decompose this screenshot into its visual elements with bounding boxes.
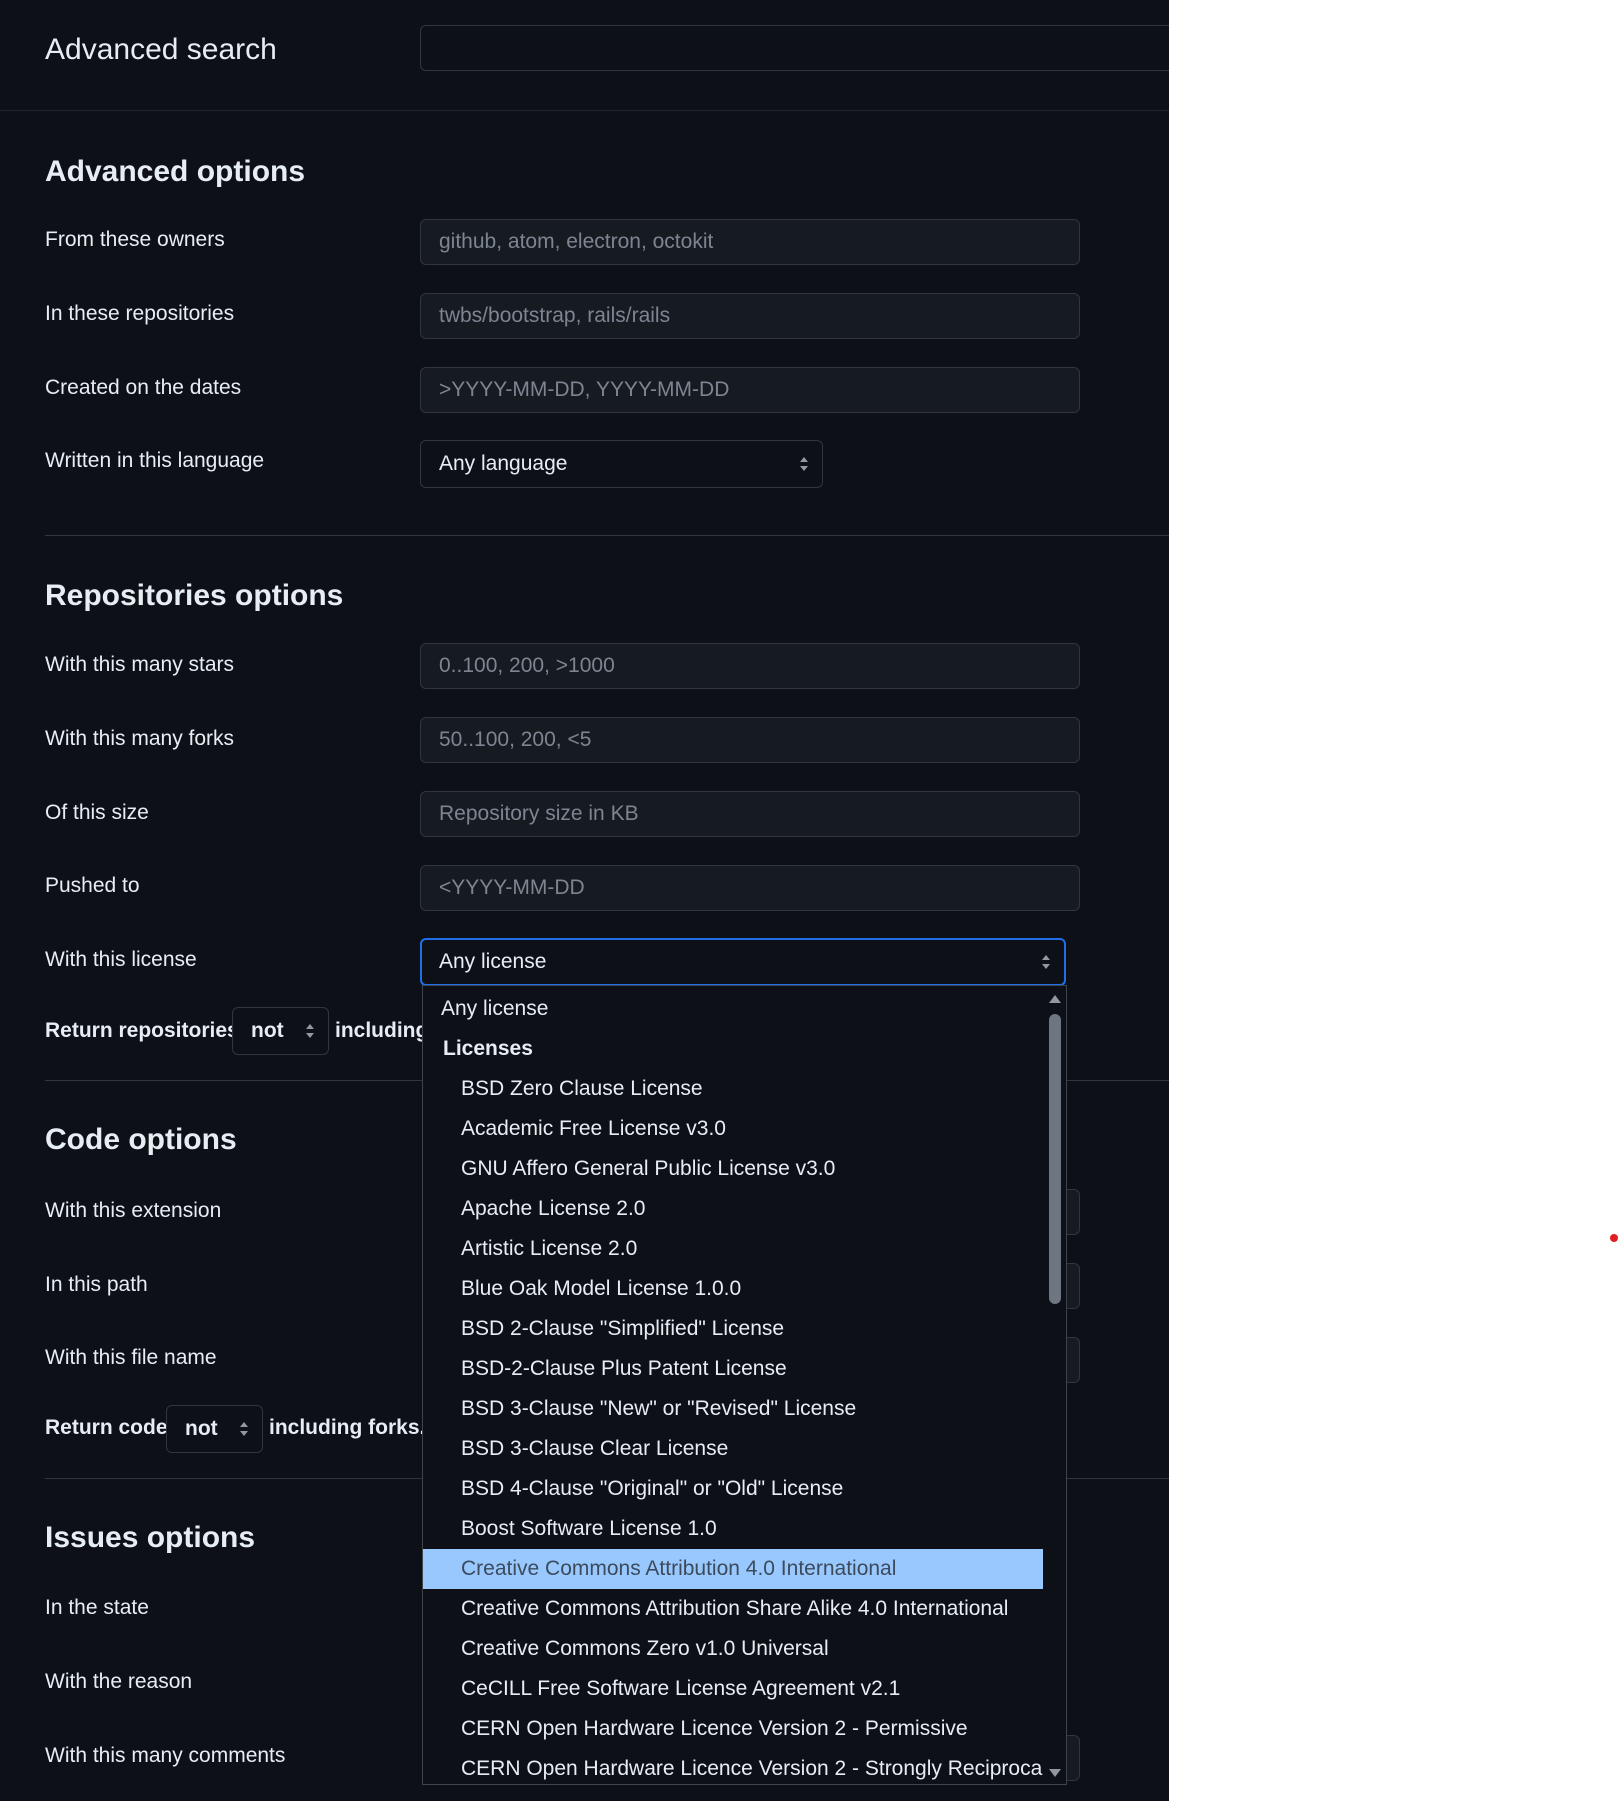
license-option-any[interactable]: Any license [423,989,1043,1029]
cursor-dot [1610,1234,1618,1242]
section-divider [45,535,1169,536]
return-code-label: Return code [45,1416,168,1439]
language-label: Written in this language [45,449,265,472]
license-label: With this license [45,948,197,971]
repositories-input[interactable] [420,293,1080,339]
license-select[interactable]: Any license [420,938,1066,986]
owners-label: From these owners [45,228,225,251]
filename-label: With this file name [45,1346,217,1369]
created-dates-input[interactable] [420,367,1080,413]
repositories-options-title: Repositories options [45,579,344,612]
license-option[interactable]: BSD 2-Clause "Simplified" License [423,1309,1043,1349]
stars-input[interactable] [420,643,1080,689]
license-option[interactable]: BSD 4-Clause "Original" or "Old" License [423,1469,1043,1509]
select-arrows-icon [238,1420,250,1438]
dropdown-scrollbar[interactable] [1043,986,1066,1784]
license-option[interactable]: BSD 3-Clause Clear License [423,1429,1043,1469]
license-option[interactable]: Academic Free License v3.0 [423,1109,1043,1149]
state-label: In the state [45,1596,149,1619]
license-option[interactable]: CeCILL Free Software License Agreement v… [423,1669,1043,1709]
license-option[interactable]: BSD Zero Clause License [423,1069,1043,1109]
forks-input[interactable] [420,717,1080,763]
code-options-title: Code options [45,1123,237,1156]
license-group-label: Licenses [443,1037,533,1060]
path-label: In this path [45,1273,148,1296]
return-code-suffix: including forks. [269,1416,426,1439]
pushed-label: Pushed to [45,874,140,897]
stars-label: With this many stars [45,653,235,676]
page-title: Advanced search [45,33,277,66]
select-arrows-icon [798,455,810,473]
return-code-select-value: not [185,1417,218,1440]
advanced-options-title: Advanced options [45,155,306,188]
return-repositories-label: Return repositories [45,1019,239,1042]
scroll-down-arrow-icon[interactable] [1047,1766,1063,1780]
advanced-search-page: Advanced search Advanced options From th… [0,0,1169,1801]
size-input[interactable] [420,791,1080,837]
return-repositories-suffix: including [335,1019,429,1042]
license-option[interactable]: Apache License 2.0 [423,1189,1043,1229]
license-option[interactable]: Artistic License 2.0 [423,1229,1043,1269]
license-option[interactable]: CERN Open Hardware Licence Version 2 - P… [423,1709,1043,1749]
created-dates-label: Created on the dates [45,376,242,399]
issues-options-title: Issues options [45,1521,256,1554]
license-option[interactable]: CERN Open Hardware Licence Version 2 - S… [423,1749,1047,1784]
owners-input[interactable] [420,219,1080,265]
scrollbar-thumb[interactable] [1049,1014,1061,1304]
return-repositories-select[interactable]: not [232,1007,329,1055]
license-option[interactable]: Blue Oak Model License 1.0.0 [423,1269,1043,1309]
search-input[interactable] [420,25,1169,71]
language-select-value: Any language [439,452,568,475]
comments-label: With this many comments [45,1744,286,1767]
license-option[interactable]: BSD-2-Clause Plus Patent License [423,1349,1043,1389]
license-option[interactable]: Creative Commons Zero v1.0 Universal [423,1629,1043,1669]
return-repositories-select-value: not [251,1019,284,1042]
language-select[interactable]: Any language [420,440,823,488]
reason-label: With the reason [45,1670,193,1693]
forks-label: With this many forks [45,727,235,750]
extension-label: With this extension [45,1199,222,1222]
license-select-value: Any license [439,950,547,973]
scroll-up-arrow-icon[interactable] [1047,992,1063,1006]
license-option[interactable]: Creative Commons Attribution 4.0 Interna… [423,1549,1043,1589]
select-arrows-icon [1040,953,1052,971]
pushed-input[interactable] [420,865,1080,911]
license-option[interactable]: Boost Software License 1.0 [423,1509,1043,1549]
license-dropdown-list[interactable]: Any license Licenses BSD Zero Clause Lic… [422,985,1067,1785]
repositories-label: In these repositories [45,302,235,325]
license-option[interactable]: GNU Affero General Public License v3.0 [423,1149,1043,1189]
return-code-select[interactable]: not [166,1405,263,1453]
license-option[interactable]: Creative Commons Attribution Share Alike… [423,1589,1043,1629]
select-arrows-icon [304,1022,316,1040]
license-option[interactable]: BSD 3-Clause "New" or "Revised" License [423,1389,1043,1429]
header-divider [0,110,1169,111]
size-label: Of this size [45,801,149,824]
